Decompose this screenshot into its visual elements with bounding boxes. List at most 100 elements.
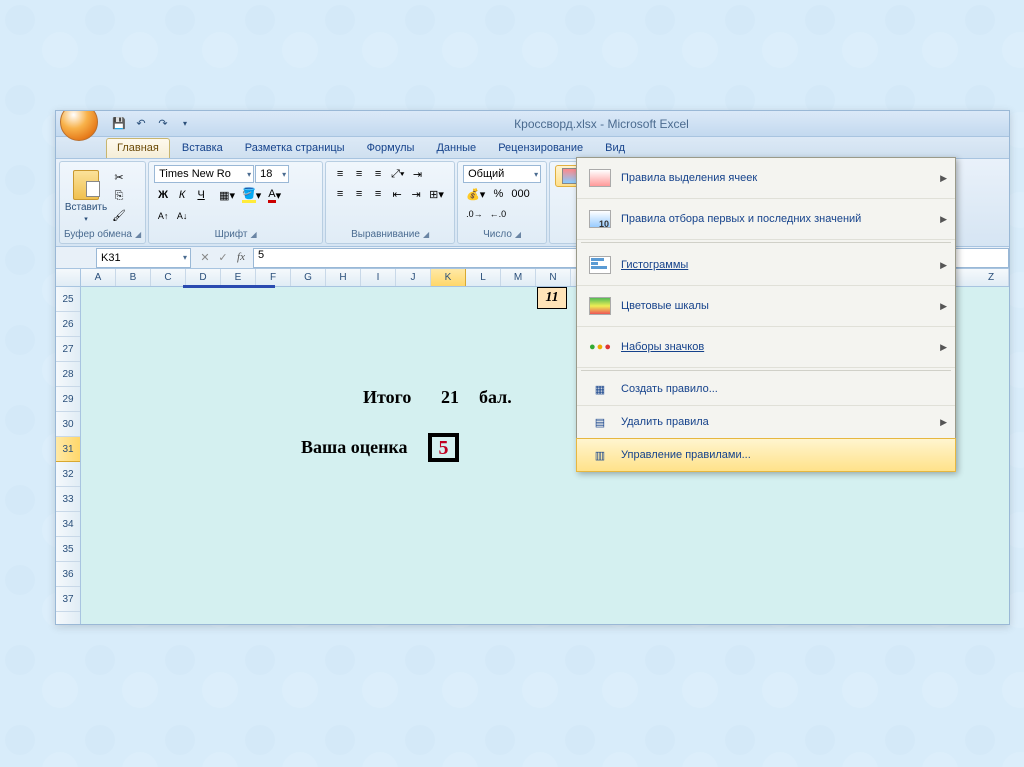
paste-button[interactable]: Вставить ▾ bbox=[65, 166, 107, 226]
row-header[interactable]: 28 bbox=[56, 362, 80, 387]
select-all-corner[interactable] bbox=[56, 269, 81, 286]
percent-icon[interactable]: % bbox=[489, 185, 507, 203]
cell-itogo-label[interactable]: Итого bbox=[363, 387, 411, 408]
col-header[interactable]: G bbox=[291, 269, 326, 286]
cf-highlight-cells[interactable]: Правила выделения ячеек ▶ bbox=[577, 158, 955, 199]
row-header[interactable]: 32 bbox=[56, 462, 80, 487]
tab-home[interactable]: Главная bbox=[106, 138, 170, 158]
italic-button[interactable]: К bbox=[173, 186, 191, 204]
cell-n25[interactable]: 11 bbox=[537, 287, 567, 309]
align-right-icon[interactable]: ≡ bbox=[369, 185, 387, 203]
cell-k31-selected[interactable]: 5 bbox=[430, 435, 457, 460]
row-header[interactable]: 31 bbox=[56, 437, 80, 462]
bold-button[interactable]: Ж bbox=[154, 186, 172, 204]
border-button[interactable]: ▦▾ bbox=[216, 186, 238, 204]
tab-review[interactable]: Рецензирование bbox=[488, 139, 593, 158]
submenu-arrow-icon: ▶ bbox=[940, 301, 947, 312]
color-scales-icon bbox=[585, 294, 615, 318]
wrap-text-icon[interactable]: ⇥ bbox=[409, 165, 427, 183]
decrease-indent-icon[interactable]: ⇤ bbox=[388, 185, 406, 203]
col-header[interactable]: I bbox=[361, 269, 396, 286]
increase-decimal-icon[interactable]: .0→ bbox=[463, 205, 486, 223]
format-painter-icon[interactable]: 🖌 bbox=[109, 206, 129, 224]
align-left-icon[interactable]: ≡ bbox=[331, 185, 349, 203]
increase-indent-icon[interactable]: ⇥ bbox=[407, 185, 425, 203]
col-header[interactable]: A bbox=[81, 269, 116, 286]
tab-insert[interactable]: Вставка bbox=[172, 139, 233, 158]
merge-cells-icon[interactable]: ⊞▾ bbox=[426, 185, 447, 203]
cf-icon-sets[interactable]: ●●● Наборы значков ▶ bbox=[577, 327, 955, 368]
col-header[interactable]: Z bbox=[974, 269, 1009, 286]
alignment-dialog-icon[interactable]: ◢ bbox=[423, 230, 429, 239]
cancel-formula-icon[interactable]: ✕ bbox=[197, 251, 213, 264]
underline-button[interactable]: Ч bbox=[192, 186, 210, 204]
col-header[interactable]: J bbox=[396, 269, 431, 286]
fx-icon[interactable]: fx bbox=[233, 251, 249, 264]
col-header[interactable]: H bbox=[326, 269, 361, 286]
office-button[interactable] bbox=[60, 110, 98, 141]
cf-data-bars[interactable]: Гистограммы ▶ bbox=[577, 245, 955, 286]
row-header[interactable]: 37 bbox=[56, 587, 80, 612]
number-format-combo[interactable]: Общий bbox=[463, 165, 541, 183]
save-icon[interactable]: 💾 bbox=[110, 115, 128, 133]
row-header[interactable]: 35 bbox=[56, 537, 80, 562]
clipboard-dialog-icon[interactable]: ◢ bbox=[135, 230, 141, 239]
col-header[interactable]: M bbox=[501, 269, 536, 286]
shrink-font-icon[interactable]: A↓ bbox=[173, 207, 191, 225]
font-size-combo[interactable]: 18 bbox=[255, 165, 289, 183]
row-header[interactable]: 36 bbox=[56, 562, 80, 587]
group-font: Times New Ro 18 Ж К Ч ▦▾ 🪣▾ A▾ A↑ A↓ Шри bbox=[148, 161, 323, 244]
col-header[interactable]: K bbox=[431, 269, 466, 286]
grow-font-icon[interactable]: A↑ bbox=[154, 207, 172, 225]
font-color-button[interactable]: A▾ bbox=[265, 186, 284, 205]
row-header[interactable]: 29 bbox=[56, 387, 80, 412]
cf-top-bottom[interactable]: 10 Правила отбора первых и последних зна… bbox=[577, 199, 955, 240]
row-header[interactable]: 25 bbox=[56, 287, 80, 312]
enter-formula-icon[interactable]: ✓ bbox=[215, 251, 231, 264]
cf-color-scales[interactable]: Цветовые шкалы ▶ bbox=[577, 286, 955, 327]
row-header[interactable]: 26 bbox=[56, 312, 80, 337]
comma-icon[interactable]: 000 bbox=[508, 185, 532, 203]
align-top-icon[interactable]: ≡ bbox=[331, 165, 349, 183]
excel-window: 💾 ↶ ↷ ▾ Кроссворд.xlsx - Microsoft Excel… bbox=[55, 110, 1010, 625]
align-bottom-icon[interactable]: ≡ bbox=[369, 165, 387, 183]
undo-icon[interactable]: ↶ bbox=[132, 115, 150, 133]
col-header[interactable]: B bbox=[116, 269, 151, 286]
fill-color-button[interactable]: 🪣▾ bbox=[239, 185, 264, 205]
tab-data[interactable]: Данные bbox=[426, 139, 486, 158]
currency-icon[interactable]: 💰▾ bbox=[463, 185, 488, 203]
col-header[interactable]: F bbox=[256, 269, 291, 286]
qat-dropdown-icon[interactable]: ▾ bbox=[176, 115, 194, 133]
col-header[interactable]: C bbox=[151, 269, 186, 286]
align-middle-icon[interactable]: ≡ bbox=[350, 165, 368, 183]
col-header[interactable]: D bbox=[186, 269, 221, 286]
name-box[interactable]: K31 bbox=[96, 248, 191, 268]
cell-grade-label[interactable]: Ваша оценка bbox=[301, 437, 408, 458]
tab-formulas[interactable]: Формулы bbox=[357, 139, 425, 158]
cf-clear-rules[interactable]: ▤ Удалить правила ▶ bbox=[577, 406, 955, 439]
tab-view[interactable]: Вид bbox=[595, 139, 635, 158]
row-header[interactable]: 30 bbox=[56, 412, 80, 437]
copy-icon[interactable]: ⎘ bbox=[109, 187, 129, 205]
ribbon-tabs: Главная Вставка Разметка страницы Формул… bbox=[56, 137, 1009, 159]
cut-icon[interactable]: ✂ bbox=[109, 168, 129, 186]
font-dialog-icon[interactable]: ◢ bbox=[250, 230, 256, 239]
row-header[interactable]: 27 bbox=[56, 337, 80, 362]
number-dialog-icon[interactable]: ◢ bbox=[515, 230, 521, 239]
orientation-icon[interactable]: ⤢▾ bbox=[388, 165, 407, 183]
col-header[interactable]: N bbox=[536, 269, 571, 286]
col-header[interactable]: E bbox=[221, 269, 256, 286]
row-header[interactable]: 34 bbox=[56, 512, 80, 537]
row-header[interactable]: 33 bbox=[56, 487, 80, 512]
col-header[interactable]: L bbox=[466, 269, 501, 286]
cf-manage-rules[interactable]: ▥ Управление правилами... bbox=[576, 438, 956, 472]
submenu-arrow-icon: ▶ bbox=[940, 214, 947, 225]
align-center-icon[interactable]: ≡ bbox=[350, 185, 368, 203]
cell-score-unit[interactable]: бал. bbox=[479, 387, 512, 408]
cell-score-value[interactable]: 21 bbox=[441, 387, 459, 408]
font-name-combo[interactable]: Times New Ro bbox=[154, 165, 254, 183]
cf-new-rule[interactable]: ▦ Создать правило... bbox=[577, 373, 955, 406]
decrease-decimal-icon[interactable]: ←.0 bbox=[487, 205, 510, 223]
redo-icon[interactable]: ↷ bbox=[154, 115, 172, 133]
tab-page-layout[interactable]: Разметка страницы bbox=[235, 139, 355, 158]
